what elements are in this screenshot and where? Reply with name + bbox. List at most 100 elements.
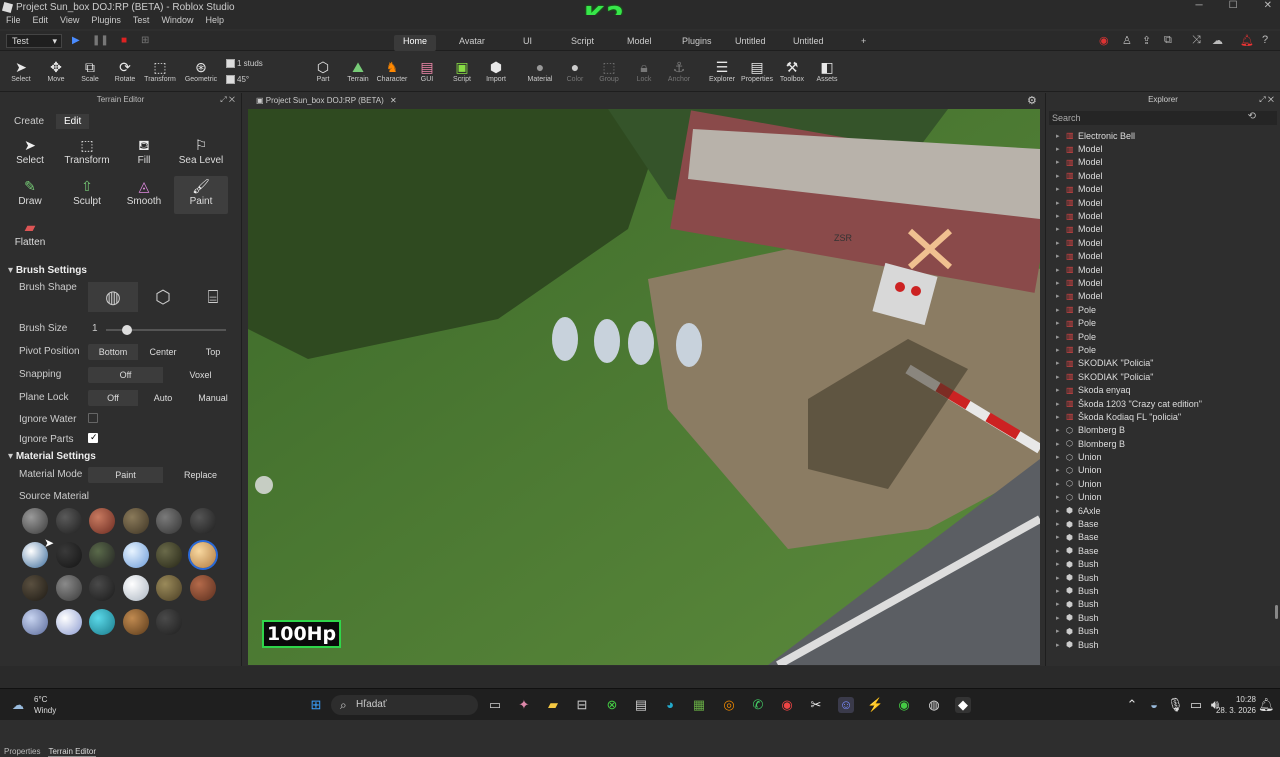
tab-plugins[interactable]: Plugins xyxy=(673,35,721,51)
explorer-item[interactable]: ▸ ⬢ Bush xyxy=(1046,584,1280,597)
expand-arrow-icon[interactable]: ▸ xyxy=(1056,266,1066,274)
explorer-item[interactable]: ▸ ▥ Model xyxy=(1046,263,1280,276)
discord-icon[interactable]: ☺ xyxy=(838,697,854,713)
3d-viewport[interactable]: ZSR xyxy=(248,109,1040,665)
explorer-item[interactable]: ▸ ⬡ Union xyxy=(1046,464,1280,477)
app-icon[interactable]: ▤ xyxy=(633,697,649,713)
maximize-button[interactable]: ☐ xyxy=(1229,0,1238,11)
play-mode-select[interactable]: Test xyxy=(6,34,62,48)
help-icon[interactable]: ? xyxy=(1262,34,1268,46)
material-swatch[interactable] xyxy=(56,575,82,601)
tab-edit[interactable]: Edit xyxy=(56,114,90,129)
material-swatch[interactable] xyxy=(156,609,182,635)
material-swatch[interactable] xyxy=(123,508,149,534)
pivot-center-option[interactable]: Center xyxy=(138,344,188,360)
tab-home[interactable]: Home xyxy=(394,35,437,51)
weather-widget[interactable]: 6°C Windy xyxy=(34,694,56,716)
explorer-item[interactable]: ▸ ⬢ Bush xyxy=(1046,558,1280,571)
capcut-icon[interactable]: ✂ xyxy=(808,697,824,713)
properties-tool[interactable]: ▤ Properties xyxy=(739,58,775,83)
link-icon[interactable]: ⧉ xyxy=(1164,34,1172,47)
copilot-icon[interactable]: ✦ xyxy=(516,697,532,713)
tab-model[interactable]: Model xyxy=(618,35,661,51)
explorer-tool[interactable]: ☰ Explorer xyxy=(704,58,740,83)
material-swatch[interactable] xyxy=(56,609,82,635)
explorer-item[interactable]: ▸ ⬡ Blomberg B xyxy=(1046,437,1280,450)
terrain-flatten-tool[interactable]: ▰ Flatten xyxy=(3,217,57,255)
plane-lock-off-option[interactable]: Off xyxy=(88,390,138,406)
expand-arrow-icon[interactable]: ▸ xyxy=(1056,373,1066,381)
expand-arrow-icon[interactable]: ▸ xyxy=(1056,185,1066,193)
explorer-item[interactable]: ▸ ⬡ Union xyxy=(1046,477,1280,490)
material-swatch[interactable] xyxy=(56,542,82,568)
expand-arrow-icon[interactable]: ▸ xyxy=(1056,413,1066,421)
explorer-scrollbar[interactable] xyxy=(1275,605,1278,619)
explorer-item[interactable]: ▸ ▥ Model xyxy=(1046,183,1280,196)
terrain-smooth-tool[interactable]: ◬ Smooth xyxy=(117,176,171,214)
expand-arrow-icon[interactable]: ▸ xyxy=(1056,212,1066,220)
expand-arrow-icon[interactable]: ▸ xyxy=(1056,386,1066,394)
explorer-item[interactable]: ▸ ⬡ Union xyxy=(1046,491,1280,504)
material-swatch-selected[interactable] xyxy=(190,542,216,568)
menu-view[interactable]: View xyxy=(60,15,79,29)
explorer-item[interactable]: ▸ ▥ Electronic Bell xyxy=(1046,129,1280,142)
material-mode-paint[interactable]: Paint xyxy=(88,467,163,483)
plane-lock-auto-option[interactable]: Auto xyxy=(138,390,188,406)
explorer-item[interactable]: ▸ ▥ Pole xyxy=(1046,303,1280,316)
rotate-tool[interactable]: ⟳ Rotate xyxy=(107,58,143,83)
terrain-tool[interactable]: ⛰ Terrain xyxy=(340,58,376,83)
stop-icon[interactable]: ■ xyxy=(121,35,127,46)
assets-tool[interactable]: ◧ Assets xyxy=(809,58,845,83)
explorer-item[interactable]: ▸ ▥ Model xyxy=(1046,236,1280,249)
tab-terrain-editor[interactable]: Terrain Editor xyxy=(48,747,97,757)
material-swatch[interactable] xyxy=(190,575,216,601)
explorer-item[interactable]: ▸ ▥ SKODIAK "Policia" xyxy=(1046,357,1280,370)
brush-size-value[interactable]: 1 xyxy=(92,323,98,334)
share-icon[interactable]: ⇪ xyxy=(1142,34,1151,47)
tab-avatar[interactable]: Avatar xyxy=(450,35,494,51)
transform-tool[interactable]: ⬚ Transform xyxy=(142,58,178,83)
tab-ui[interactable]: UI xyxy=(514,35,541,51)
expand-arrow-icon[interactable]: ▸ xyxy=(1056,333,1066,341)
test-settings-icon[interactable]: ⊞ xyxy=(141,35,149,46)
explorer-item[interactable]: ▸ ⬢ Bush xyxy=(1046,611,1280,624)
explorer-item[interactable]: ▸ ▥ Škoda Kodiaq FL "policia" xyxy=(1046,410,1280,423)
expand-arrow-icon[interactable]: ▸ xyxy=(1056,440,1066,448)
pivot-top-option[interactable]: Top xyxy=(188,344,238,360)
obs-icon[interactable]: ◍ xyxy=(926,697,942,713)
explorer-item[interactable]: ▸ ⬡ Blomberg B xyxy=(1046,424,1280,437)
expand-arrow-icon[interactable]: ▸ xyxy=(1056,292,1066,300)
expand-arrow-icon[interactable]: ▸ xyxy=(1056,547,1066,555)
app-icon[interactable]: ⚡ xyxy=(867,697,883,713)
explorer-item[interactable]: ▸ ▥ Škoda 1203 "Crazy cat edition" xyxy=(1046,397,1280,410)
explorer-item[interactable]: ▸ ⬡ Union xyxy=(1046,450,1280,463)
expand-arrow-icon[interactable]: ▸ xyxy=(1056,466,1066,474)
explorer-item[interactable]: ▸ ▥ Model xyxy=(1046,169,1280,182)
part-tool[interactable]: ⬡ Part xyxy=(305,58,341,83)
character-tool[interactable]: ♞ Character xyxy=(374,58,410,83)
tab-untitled-1[interactable]: Untitled xyxy=(726,35,775,51)
material-swatch[interactable] xyxy=(22,575,48,601)
task-view-icon[interactable]: ▭ xyxy=(487,697,503,713)
material-swatch[interactable] xyxy=(89,508,115,534)
blender-icon[interactable]: ◎ xyxy=(721,697,737,713)
explorer-item[interactable]: ▸ ▥ Pole xyxy=(1046,316,1280,329)
taskbar-search[interactable]: Hľadať xyxy=(331,695,478,715)
expand-arrow-icon[interactable]: ▸ xyxy=(1056,533,1066,541)
move-grid-checkbox[interactable] xyxy=(226,59,235,69)
expand-arrow-icon[interactable]: ▸ xyxy=(1056,132,1066,140)
file-explorer-icon[interactable]: ▰ xyxy=(545,697,561,713)
move-tool[interactable]: ✥ Move xyxy=(38,58,74,83)
expand-arrow-icon[interactable]: ▸ xyxy=(1056,426,1066,434)
whatsapp-icon[interactable]: ✆ xyxy=(750,697,766,713)
weather-icon[interactable]: ☁ xyxy=(12,698,24,712)
material-mode-replace[interactable]: Replace xyxy=(163,467,238,483)
expand-arrow-icon[interactable]: ▸ xyxy=(1056,627,1066,635)
expand-arrow-icon[interactable]: ▸ xyxy=(1056,199,1066,207)
menu-plugins[interactable]: Plugins xyxy=(91,15,121,29)
explorer-item[interactable]: ▸ ▥ Model xyxy=(1046,196,1280,209)
expand-arrow-icon[interactable]: ▸ xyxy=(1056,400,1066,408)
explorer-item[interactable]: ▸ ▥ SKODIAK "Policia" xyxy=(1046,370,1280,383)
tab-create[interactable]: Create xyxy=(6,114,52,129)
material-swatch[interactable] xyxy=(156,575,182,601)
